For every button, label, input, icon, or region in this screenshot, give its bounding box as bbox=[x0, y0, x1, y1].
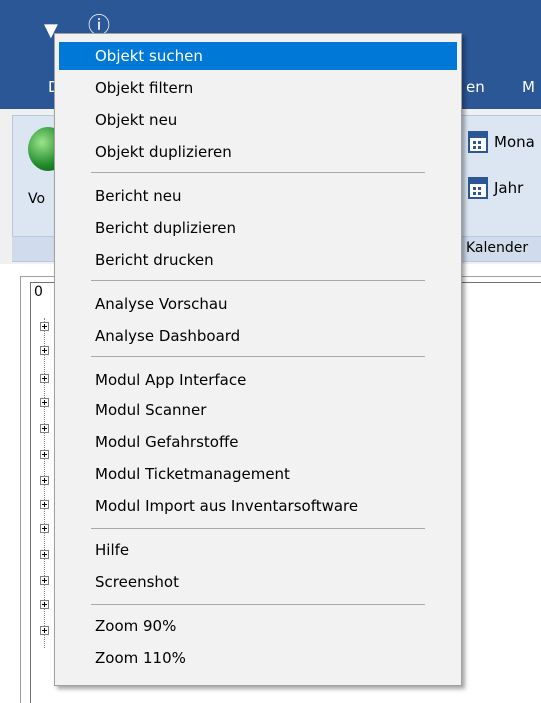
tree-expand-icon[interactable] bbox=[40, 600, 49, 609]
tree-expand-icon[interactable] bbox=[40, 626, 49, 635]
tree-expand-icon[interactable] bbox=[40, 524, 49, 533]
menu-item-bericht-duplizieren[interactable]: Bericht duplizieren bbox=[59, 214, 457, 242]
menu-separator bbox=[91, 280, 425, 281]
big-button-label[interactable]: Vo bbox=[28, 191, 45, 207]
menu-item-modul-scanner[interactable]: Modul Scanner bbox=[59, 396, 457, 424]
menu-separator bbox=[91, 604, 425, 605]
menu-item-bericht-drucken[interactable]: Bericht drucken bbox=[59, 246, 457, 274]
tree-expand-icon[interactable] bbox=[40, 476, 49, 485]
menu-item-bericht-neu[interactable]: Bericht neu bbox=[59, 182, 457, 210]
tree-expand-icon[interactable] bbox=[40, 576, 49, 585]
ribbon-tab-partial-3[interactable]: M bbox=[522, 78, 535, 96]
menu-item-modul-ticketmanagement[interactable]: Modul Ticketmanagement bbox=[59, 460, 457, 488]
calendar-year-label[interactable]: Jahr bbox=[494, 179, 523, 197]
menu-item-zoom-90[interactable]: Zoom 90% bbox=[59, 612, 457, 640]
menu-item-objekt-neu[interactable]: Objekt neu bbox=[59, 106, 457, 134]
calendar-month-label[interactable]: Mona bbox=[494, 133, 535, 151]
menu-item-zoom-110[interactable]: Zoom 110% bbox=[59, 644, 457, 672]
menu-item-analyse-dashboard[interactable]: Analyse Dashboard bbox=[59, 322, 457, 350]
tree-expand-icon[interactable] bbox=[40, 346, 49, 355]
menu-item-objekt-duplizieren[interactable]: Objekt duplizieren bbox=[59, 138, 457, 166]
menu-separator bbox=[91, 356, 425, 357]
menu-item-analyse-vorschau[interactable]: Analyse Vorschau bbox=[59, 290, 457, 318]
tree-expand-icon[interactable] bbox=[40, 374, 49, 383]
tree-expand-icon[interactable] bbox=[40, 398, 49, 407]
menu-item-objekt-suchen[interactable]: Objekt suchen bbox=[59, 42, 457, 70]
menu-item-modul-app-interface[interactable]: Modul App Interface bbox=[59, 366, 457, 394]
menu-item-hilfe[interactable]: Hilfe bbox=[59, 536, 457, 564]
menu-item-modul-gefahrstoffe[interactable]: Modul Gefahrstoffe bbox=[59, 428, 457, 456]
calendar-month-icon[interactable] bbox=[468, 131, 488, 153]
tree-expand-icon[interactable] bbox=[40, 550, 49, 559]
tree-expand-icon[interactable] bbox=[40, 500, 49, 509]
calendar-year-icon[interactable] bbox=[468, 177, 488, 199]
tree-expand-icon[interactable] bbox=[40, 450, 49, 459]
menu-item-objekt-filtern[interactable]: Objekt filtern bbox=[59, 74, 457, 102]
ribbon-tab-partial-2[interactable]: en bbox=[466, 78, 485, 96]
calendar-group-label: Kalender bbox=[466, 240, 529, 256]
tree-column-header[interactable]: 0 bbox=[34, 284, 43, 300]
tree-expand-icon[interactable] bbox=[40, 322, 49, 331]
context-menu: Objekt suchen Objekt filtern Objekt neu … bbox=[54, 33, 462, 686]
tree-expand-icon[interactable] bbox=[40, 424, 49, 433]
menu-separator bbox=[91, 172, 425, 173]
menu-item-modul-import-inventarsoftware[interactable]: Modul Import aus Inventarsoftware bbox=[59, 492, 457, 520]
menu-item-screenshot[interactable]: Screenshot bbox=[59, 568, 457, 596]
menu-separator bbox=[91, 528, 425, 529]
